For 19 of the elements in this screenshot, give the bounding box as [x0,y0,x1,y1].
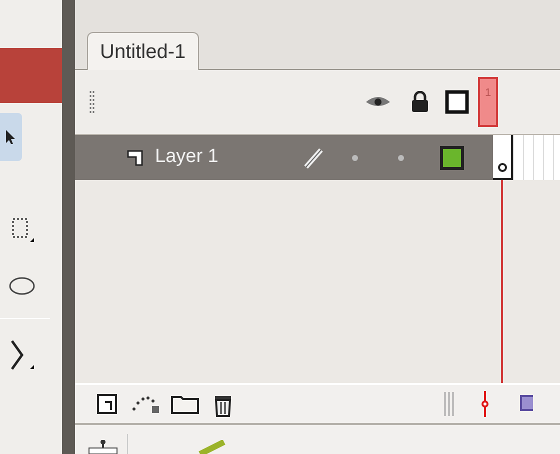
selection-tool[interactable] [0,113,22,161]
keyframe-cell[interactable] [493,135,513,180]
layer-row[interactable]: Layer 1 [75,135,493,180]
frame-cells[interactable] [513,135,560,180]
arrow-icon [5,129,17,145]
eye-icon[interactable] [365,95,391,109]
new-layer-icon[interactable] [97,394,117,414]
panel-header [0,48,62,103]
layer-name[interactable]: Layer 1 [155,143,218,172]
folder-icon[interactable] [171,394,199,414]
layer-icon [127,150,143,166]
ruler-icon[interactable] [87,440,119,454]
outline-swatch[interactable] [440,146,464,170]
lock-icon[interactable] [411,91,429,113]
document-tab[interactable]: Untitled-1 [87,32,199,70]
grip-handle[interactable] [443,391,455,417]
outline-icon[interactable] [445,90,469,114]
grip-handle[interactable] [89,90,95,114]
center-frame-icon[interactable] [481,391,489,417]
